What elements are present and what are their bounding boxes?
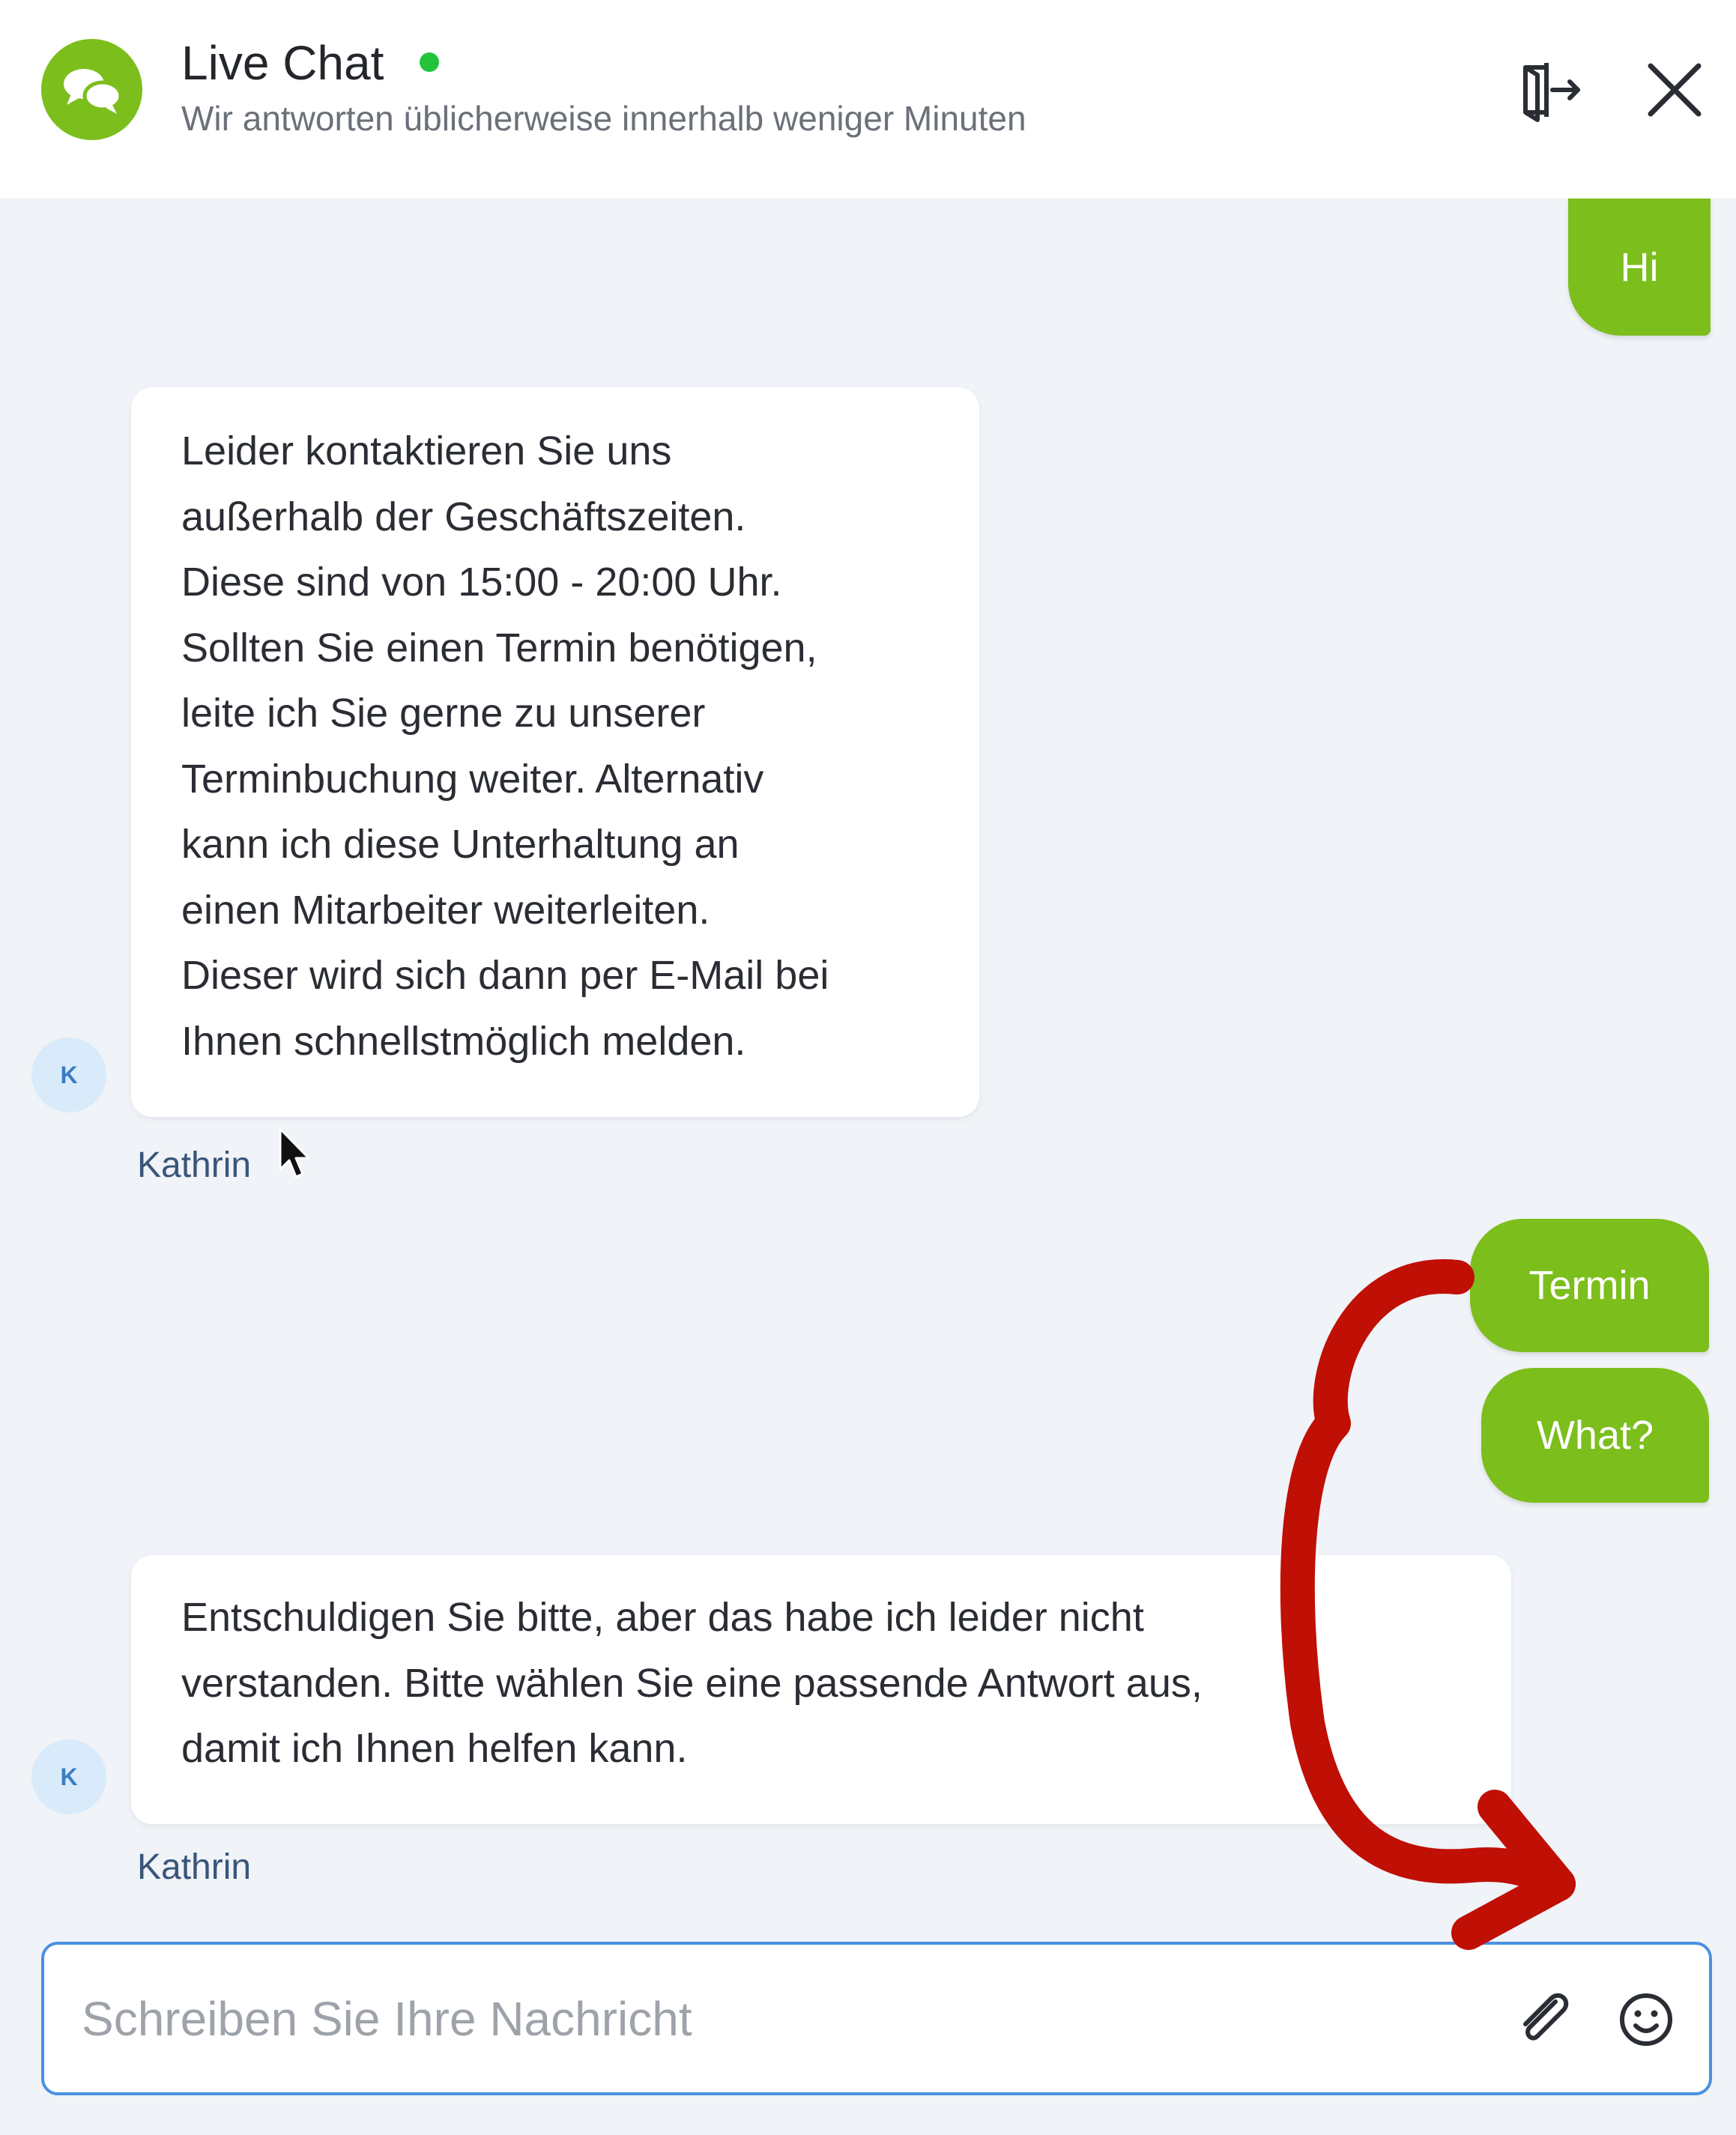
chat-title: Live Chat (181, 36, 384, 90)
message-line: Sollten Sie einen Termin benötigen, (181, 625, 817, 670)
message-line: verstanden. Bitte wählen Sie eine passen… (181, 1660, 1203, 1706)
message-line: damit ich Ihnen helfen kann. (181, 1726, 688, 1771)
message-line: Diese sind von 15:00 - 20:00 Uhr. (181, 560, 782, 605)
agent-name: Kathrin (137, 1145, 252, 1185)
message-line: leite ich Sie gerne zu unserer (181, 691, 706, 736)
emoji-button[interactable] (1610, 1984, 1682, 2056)
mouse-cursor-icon (279, 1127, 310, 1178)
user-message: What? (1481, 1368, 1709, 1503)
close-icon (1648, 63, 1702, 117)
chat-header: Live Chat Wir antworten üblicherweise in… (0, 0, 1736, 199)
avatar: K (31, 1038, 106, 1112)
exit-chat-button[interactable] (1512, 52, 1587, 127)
exit-door-icon (1523, 63, 1580, 122)
user-message: Hi (1568, 199, 1711, 336)
smiley-icon (1620, 1993, 1672, 2046)
response-time-subtitle: Wir antworten üblicherweise innerhalb we… (181, 99, 1026, 138)
paperclip-icon (1523, 1993, 1569, 2041)
attach-file-button[interactable] (1509, 1984, 1581, 2056)
message-line: Dieser wird sich dann per E-Mail bei (181, 953, 829, 998)
message-line: außerhalb der Geschäftszeiten. (181, 494, 746, 539)
avatar: K (31, 1739, 106, 1814)
close-button[interactable] (1637, 52, 1712, 127)
message-line: Ihnen schnellstmöglich melden. (181, 1018, 746, 1064)
chat-bubbles-icon (41, 39, 142, 140)
message-line: Leider kontaktieren Sie uns (181, 428, 672, 473)
message-line: Terminbuchung weiter. Alternativ (181, 756, 764, 802)
message-composer (41, 1942, 1712, 2095)
message-line: kann ich diese Unterhaltung an (181, 822, 740, 867)
online-status-dot (420, 52, 439, 72)
message-line: Entschuldigen Sie bitte, aber das habe i… (181, 1595, 1144, 1640)
agent-message: Leider kontaktieren Sie uns außerhalb de… (131, 387, 979, 1117)
agent-name: Kathrin (137, 1847, 252, 1887)
user-message: Termin (1470, 1219, 1709, 1352)
agent-message: Entschuldigen Sie bitte, aber das habe i… (131, 1555, 1511, 1824)
message-input[interactable] (82, 1945, 1505, 2092)
message-line: einen Mitarbeiter weiterleiten. (181, 887, 710, 933)
